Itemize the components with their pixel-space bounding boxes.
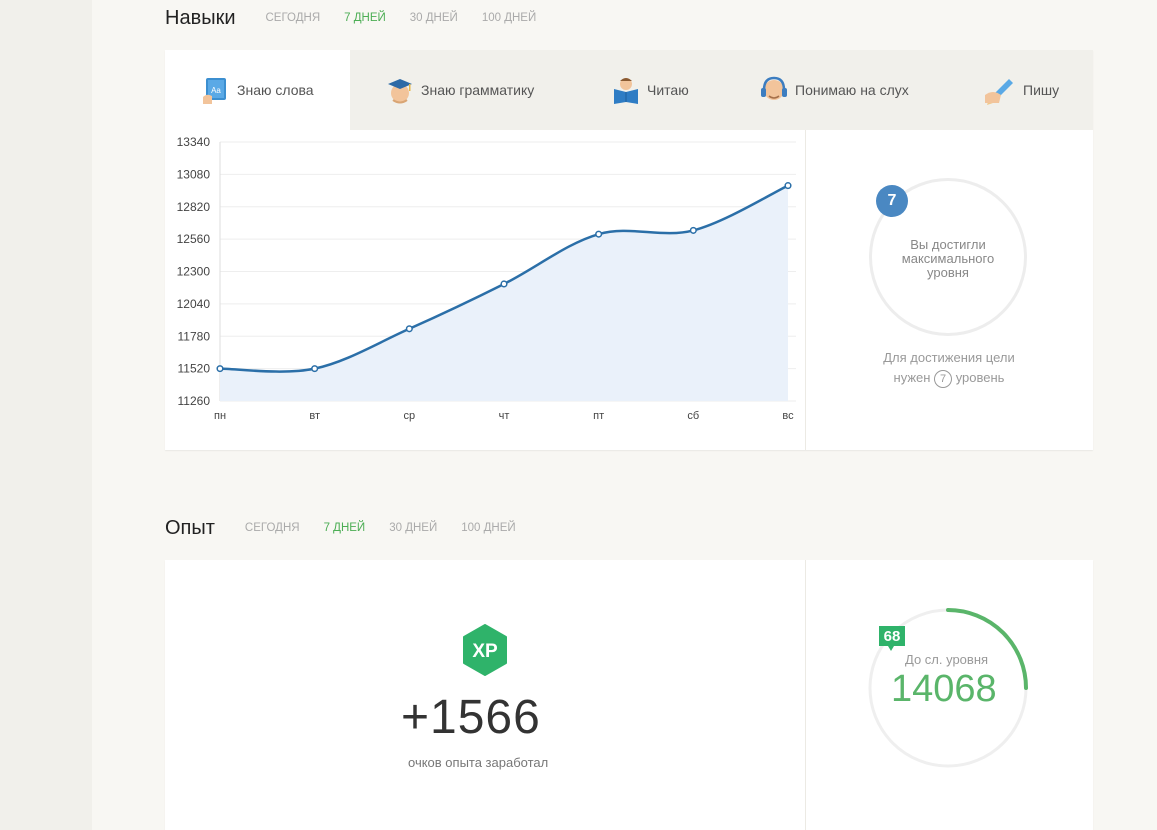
xp-period-100-days[interactable]: 100 ДНЕЙ: [461, 522, 515, 534]
xp-badge-text: XP: [472, 641, 498, 662]
tab-writing[interactable]: Пишу: [983, 50, 1059, 130]
tab-know-words[interactable]: Aa Знаю слова: [165, 50, 350, 130]
goal-sub-mid: нужен: [893, 370, 931, 385]
headphones-icon: [761, 76, 787, 100]
x-tick-label: сб: [687, 410, 699, 422]
x-tick-label: вс: [782, 410, 794, 422]
experience-card: XP +1566 очков опыта заработал 68 До сл.…: [165, 560, 1093, 830]
skills-period-today[interactable]: СЕГОДНЯ: [266, 12, 321, 24]
goal-sub-after: уровень: [955, 370, 1005, 385]
y-tick-label: 11520: [178, 362, 211, 376]
level-badge-icon: 68: [879, 626, 905, 651]
y-tick-label: 13340: [177, 135, 211, 149]
xp-value: +1566: [401, 691, 541, 744]
tab-label: Знаю слова: [237, 82, 314, 98]
level-badge-text: 68: [884, 628, 901, 645]
pencil-hand-icon: [985, 79, 1013, 105]
goal-level-badge: 7: [876, 185, 908, 217]
goal-requirement: Для достижения цели нужен 7 уровень: [849, 348, 1049, 388]
x-tick-label: вт: [309, 410, 320, 422]
xp-period-today[interactable]: СЕГОДНЯ: [245, 522, 300, 534]
graduate-icon: [388, 79, 412, 104]
skills-title: Навыки: [165, 6, 236, 29]
xp-caption: очков опыта заработал: [408, 755, 549, 770]
skills-period-100-days[interactable]: 100 ДНЕЙ: [482, 12, 536, 24]
experience-title: Опыт: [165, 516, 215, 539]
tab-listening[interactable]: Понимаю на слух: [759, 50, 909, 130]
x-tick-label: ср: [404, 410, 416, 422]
skills-chart: 11260 11520 11780 12040 12300 12560 12820 13080…: [165, 130, 805, 450]
data-point: [500, 280, 508, 288]
skills-tabs: Aa Знаю слова Знаю грамматику Читаю Пони…: [165, 50, 1093, 130]
data-point: [595, 230, 603, 238]
svg-text:Aa: Aa: [211, 86, 221, 95]
next-level-label: До сл. уровня: [905, 652, 989, 667]
skills-header: Навыки СЕГОДНЯ 7 ДНЕЙ 30 ДНЕЙ 100 ДНЕЙ: [165, 3, 560, 33]
skills-period-30-days[interactable]: 30 ДНЕЙ: [410, 12, 458, 24]
tab-label: Читаю: [647, 82, 689, 98]
goal-message: Вы достигли максимального уровня: [901, 237, 995, 280]
xp-period-7-days[interactable]: 7 ДНЕЙ: [324, 522, 366, 534]
tab-label: Знаю грамматику: [421, 82, 535, 98]
xp-period-30-days[interactable]: 30 ДНЕЙ: [389, 522, 437, 534]
tab-know-grammar[interactable]: Знаю грамматику: [385, 50, 534, 130]
skills-divider: [805, 130, 806, 450]
x-tick-label: пт: [593, 410, 604, 422]
data-point: [405, 325, 413, 333]
goal-sub-level: 7: [934, 370, 953, 388]
tab-label: Пишу: [1023, 82, 1060, 98]
data-point: [784, 182, 792, 190]
y-tick-label: 12300: [177, 265, 211, 279]
data-point: [689, 226, 697, 234]
y-tick-label: 11780: [178, 329, 211, 343]
y-tick-label: 13080: [177, 167, 211, 181]
reader-icon: [614, 78, 638, 104]
skills-period-7-days[interactable]: 7 ДНЕЙ: [344, 12, 386, 24]
tab-label: Понимаю на слух: [795, 82, 909, 98]
book-hand-icon: Aa: [203, 78, 226, 104]
xp-badge-icon: XP: [463, 624, 507, 676]
x-tick-label: пн: [214, 410, 226, 422]
goal-sub-before: Для достижения цели: [883, 350, 1015, 365]
y-tick-label: 12560: [177, 232, 211, 246]
y-tick-label: 12820: [177, 200, 211, 214]
data-point: [216, 365, 224, 373]
data-point: [311, 365, 319, 373]
left-sidebar-strip: [0, 0, 92, 830]
y-tick-label: 11260: [178, 394, 211, 408]
tab-reading[interactable]: Читаю: [611, 50, 689, 130]
x-tick-label: чт: [499, 410, 510, 422]
next-level-value: 14068: [891, 668, 997, 710]
skills-card: Aa Знаю слова Знаю грамматику Читаю Пони…: [165, 50, 1093, 450]
skills-line-chart: 11260 11520 11780 12040 12300 12560 12820 13080…: [177, 135, 796, 422]
experience-divider: [805, 560, 806, 830]
y-tick-label: 12040: [177, 297, 211, 311]
experience-header: Опыт СЕГОДНЯ 7 ДНЕЙ 30 ДНЕЙ 100 ДНЕЙ: [165, 513, 540, 543]
